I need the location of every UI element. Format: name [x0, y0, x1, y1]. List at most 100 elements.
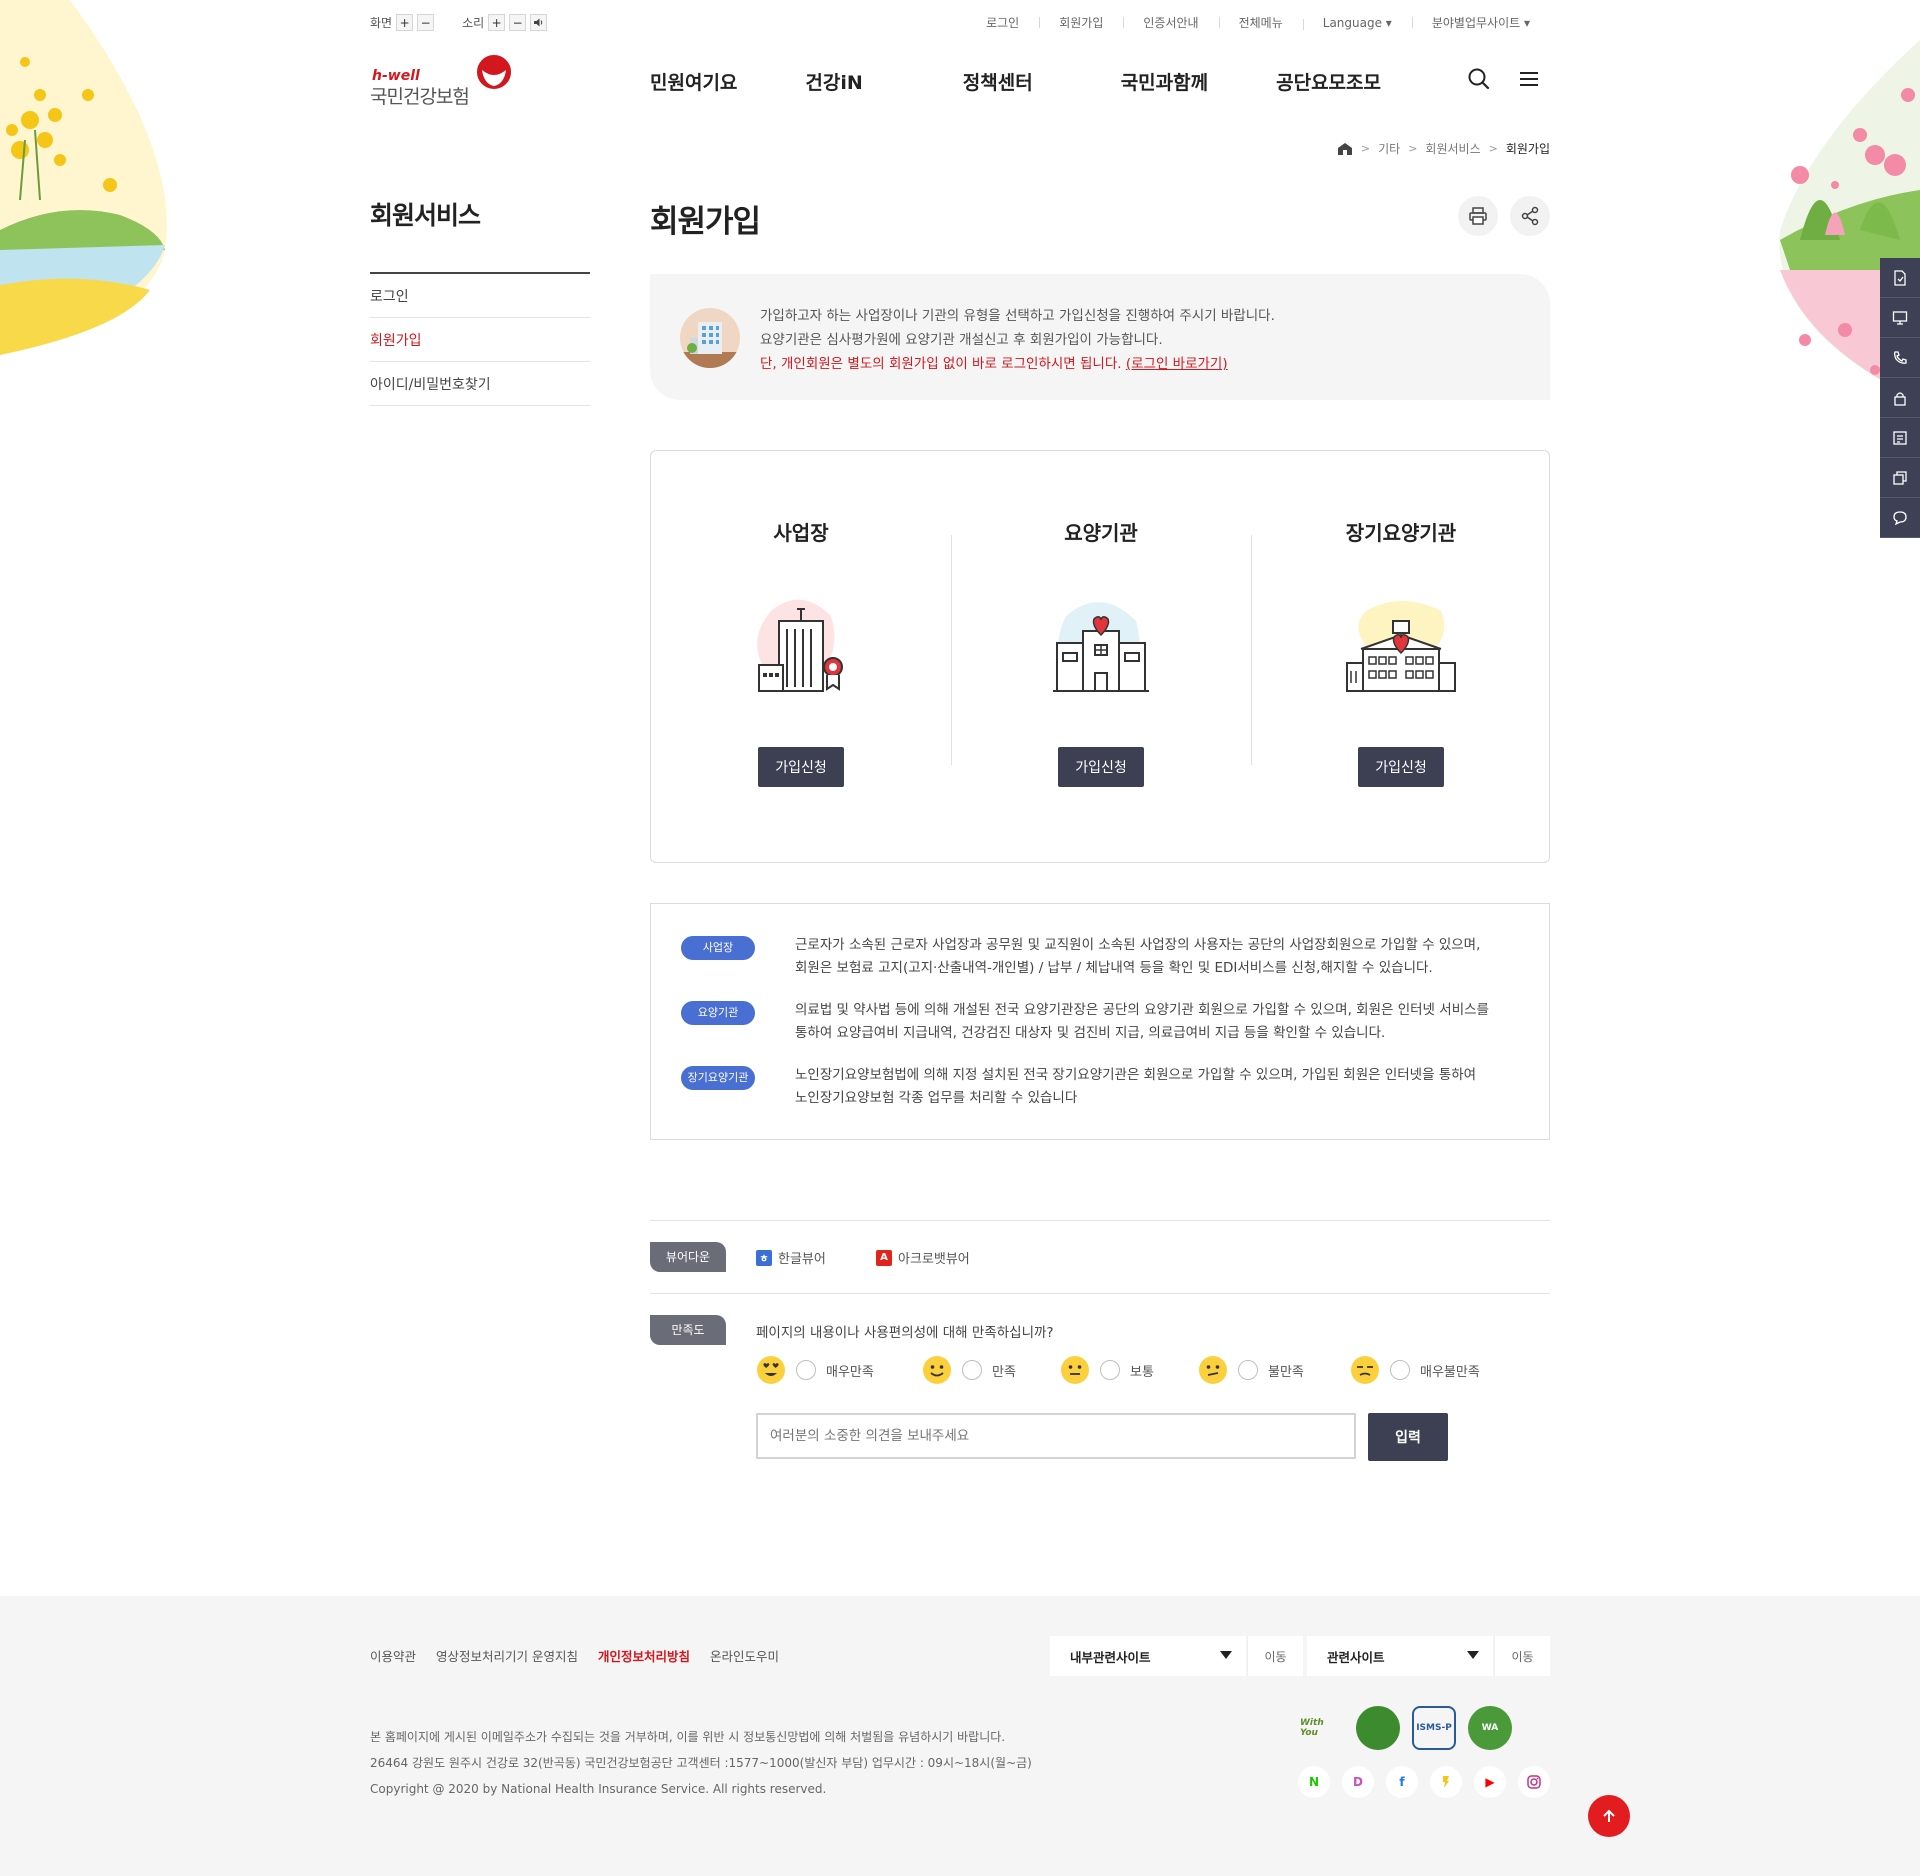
breadcrumb-item-member-service[interactable]: 회원서비스 — [1425, 140, 1480, 157]
side-nav-item-login[interactable]: 로그인 — [370, 274, 590, 318]
quick-lock-icon[interactable] — [1880, 378, 1920, 418]
hospital-building-icon — [1053, 602, 1149, 692]
quick-monitor-icon[interactable] — [1880, 298, 1920, 338]
radio-dissatisfied[interactable] — [1238, 1360, 1258, 1380]
join-care-institution-button[interactable]: 가입신청 — [1058, 747, 1144, 787]
rating-satisfied[interactable]: 만족 — [922, 1355, 1016, 1385]
login-shortcut-link[interactable]: (로그인 바로가기) — [1126, 356, 1228, 372]
footer-link-help[interactable]: 온라인도우미 — [710, 1646, 779, 1665]
email-notice: 본 홈페이지에 게시된 이메일주소가 수집되는 것을 거부하며, 이를 위반 시… — [370, 1730, 1006, 1744]
description-text: 근로자가 소속된 근로자 사업장과 공무원 및 교직원이 소속된 사업장의 사용… — [795, 934, 1535, 980]
related-sites-select[interactable]: 관련사이트 — [1307, 1636, 1493, 1676]
description-line: 통하여 요양급여비 지급내역, 건강검진 대상자 및 검진비 지급, 의료급여비… — [795, 1025, 1386, 1041]
side-nav-item-signup[interactable]: 회원가입 — [370, 318, 590, 362]
breadcrumb-item-etc[interactable]: 기타 — [1378, 140, 1400, 157]
intro-text: 가입하고자 하는 사업장이나 기관의 유형을 선택하고 가입신청을 진행하여 주… — [760, 304, 1275, 376]
caret-down-icon — [1220, 1651, 1232, 1659]
sns-links: N D f ▶ — [1298, 1766, 1550, 1798]
with-you-certification-logo[interactable]: With You — [1300, 1706, 1344, 1750]
radio-neutral[interactable] — [1100, 1360, 1120, 1380]
neutral-face-icon — [1061, 1356, 1089, 1384]
quick-document-icon[interactable] — [1880, 258, 1920, 298]
type-card-business: 사업장 가입신청 — [651, 451, 951, 864]
page-tools — [1458, 196, 1550, 236]
radio-satisfied[interactable] — [962, 1360, 982, 1380]
isms-p-certification-logo[interactable]: ISMS-P — [1412, 1706, 1456, 1750]
share-button[interactable] — [1510, 196, 1550, 236]
radio-very-dissatisfied[interactable] — [1390, 1360, 1410, 1380]
signup-link[interactable]: 회원가입 — [1039, 14, 1123, 31]
instagram-icon[interactable] — [1518, 1766, 1550, 1798]
related-sites-go-button[interactable]: 이동 — [1494, 1636, 1550, 1676]
rating-very-satisfied[interactable]: 매우만족 — [756, 1355, 874, 1385]
acrobat-viewer-link[interactable]: A 아크로뱃뷰어 — [876, 1248, 970, 1267]
intro-line-2: 요양기관은 심사평가원에 요양기관 개설신고 후 회원가입이 가능합니다. — [760, 332, 1163, 348]
screen-zoom-control: 화면 + − — [370, 14, 435, 31]
quick-phone-icon[interactable] — [1880, 338, 1920, 378]
address: 26464 강원도 원주시 건강로 32(반곡동) 국민건강보험공단 고객센터 … — [370, 1756, 1032, 1770]
chevron-right-icon: > — [1408, 142, 1418, 155]
screen-zoom-out-button[interactable]: − — [417, 14, 435, 31]
internal-sites-select[interactable]: 내부관련사이트 — [1050, 1636, 1246, 1676]
rating-very-dissatisfied[interactable]: 매우불만족 — [1350, 1355, 1480, 1385]
radio-very-satisfied[interactable] — [796, 1360, 816, 1380]
gnb-item-policy[interactable]: 정책센터 — [963, 68, 1033, 95]
screen-zoom-in-button[interactable]: + — [396, 14, 414, 31]
rating-neutral[interactable]: 보통 — [1060, 1355, 1154, 1385]
menu-icon[interactable] — [1516, 66, 1542, 92]
footer-link-cctv[interactable]: 영상정보처리기기 운영지침 — [436, 1646, 578, 1665]
quick-copy-icon[interactable] — [1880, 458, 1920, 498]
web-accessibility-certification-logo[interactable]: WA — [1468, 1706, 1512, 1750]
youtube-icon[interactable]: ▶ — [1474, 1766, 1506, 1798]
chevron-right-icon: > — [1360, 142, 1371, 155]
internal-sites-go-button[interactable]: 이동 — [1247, 1636, 1303, 1676]
language-dropdown[interactable]: Language ▾ — [1302, 16, 1412, 30]
opinion-input[interactable] — [756, 1413, 1356, 1459]
naver-blog-icon[interactable]: N — [1298, 1766, 1330, 1798]
page-title: 회원가입 — [650, 204, 761, 240]
print-button[interactable] — [1458, 196, 1498, 236]
daum-icon[interactable]: D — [1342, 1766, 1374, 1798]
sound-control: 소리 + − — [462, 14, 548, 31]
type-badge: 사업장 — [681, 936, 755, 960]
footer-link-terms[interactable]: 이용약관 — [370, 1646, 416, 1665]
speaker-icon[interactable] — [530, 14, 548, 31]
full-menu-link[interactable]: 전체메뉴 — [1218, 14, 1303, 31]
certification-marks: With You ISMS-P WA — [1300, 1706, 1512, 1750]
breadcrumb: > 기타 > 회원서비스 > 회원가입 — [1337, 140, 1550, 157]
facebook-icon[interactable]: f — [1386, 1766, 1418, 1798]
type-title: 요양기관 — [1064, 521, 1138, 545]
side-nav-item-find-id[interactable]: 아이디/비밀번호찾기 — [370, 362, 590, 406]
search-icon[interactable] — [1466, 66, 1492, 92]
gnb-item-health[interactable]: 건강iN — [805, 68, 862, 95]
kakao-story-icon[interactable] — [1430, 1766, 1462, 1798]
join-long-term-care-button[interactable]: 가입신청 — [1358, 747, 1444, 787]
work-sites-dropdown[interactable]: 분야별업무사이트 ▾ — [1411, 14, 1550, 31]
satisfaction-tag: 만족도 — [650, 1315, 726, 1345]
nhis-logo[interactable]: h-well 국민건강보험 — [370, 54, 520, 108]
gnb-item-about[interactable]: 공단요모조모 — [1276, 68, 1381, 95]
satisfaction-question: 페이지의 내용이나 사용편의성에 대해 만족하십니까? — [756, 1325, 1054, 1341]
login-link[interactable]: 로그인 — [966, 14, 1039, 31]
gnb-item-civil[interactable]: 민원여기요 — [650, 68, 737, 95]
join-business-button[interactable]: 가입신청 — [758, 747, 844, 787]
type-title: 장기요양기관 — [1345, 521, 1457, 545]
intro-line-3: 단, 개인회원은 별도의 회원가입 없이 바로 로그인하시면 됩니다. (로그인… — [760, 352, 1275, 376]
sound-up-button[interactable]: + — [488, 14, 506, 31]
opinion-submit-button[interactable]: 입력 — [1368, 1413, 1448, 1461]
family-friendly-certification-logo[interactable] — [1356, 1706, 1400, 1750]
hwp-viewer-link[interactable]: ㅎ 한글뷰어 — [756, 1248, 826, 1267]
workplace-building-icon — [757, 599, 843, 692]
rating-dissatisfied[interactable]: 불만족 — [1198, 1355, 1304, 1385]
certificate-link[interactable]: 인증서안내 — [1123, 14, 1218, 31]
scroll-to-top-button[interactable] — [1588, 1795, 1630, 1837]
footer-link-privacy[interactable]: 개인정보처리방침 — [598, 1646, 690, 1665]
sound-down-button[interactable]: − — [509, 14, 527, 31]
gnb-item-together[interactable]: 국민과함께 — [1121, 68, 1208, 95]
rating-label: 매우만족 — [826, 1364, 874, 1380]
type-title: 사업장 — [773, 521, 829, 545]
quick-chat-icon[interactable] — [1880, 498, 1920, 538]
quick-form-icon[interactable] — [1880, 418, 1920, 458]
home-icon[interactable] — [1337, 142, 1353, 156]
quick-menu — [1880, 258, 1920, 538]
